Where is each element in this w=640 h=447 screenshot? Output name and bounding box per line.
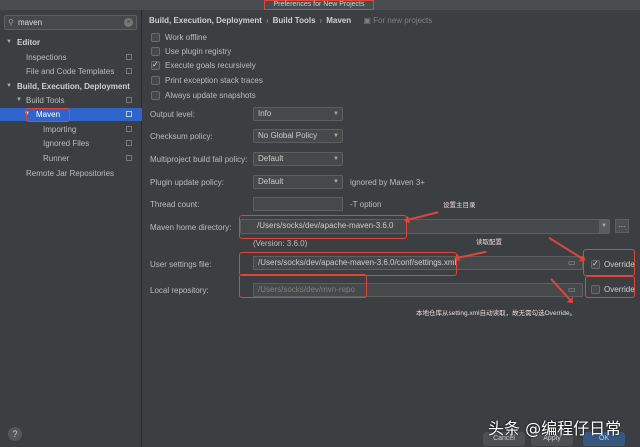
sidebar-item-ignored-files[interactable]: Ignored Files [43, 137, 138, 150]
multiproject-policy-select[interactable]: Default ▼ [253, 152, 343, 166]
expand-triangle-icon[interactable]: ▼ [16, 94, 22, 107]
plugin-update-hint: ignored by Maven 3+ [350, 178, 425, 187]
maven-version-text: (Version: 3.6.0) [253, 239, 308, 248]
project-scope-icon [126, 68, 132, 74]
sidebar-item-importing[interactable]: Importing [43, 123, 138, 136]
annotation-box-maven [26, 108, 70, 122]
annotation-home: 设置主目录 [443, 202, 476, 209]
plugin-update-policy-select[interactable]: Default ▼ [253, 175, 343, 189]
search-input[interactable]: ⚲ maven × [4, 15, 137, 30]
annotation-box-local-repo [239, 274, 367, 298]
thread-count-input[interactable] [253, 197, 343, 211]
browse-button[interactable]: ... [615, 219, 629, 233]
output-level-select[interactable]: Info ▼ [253, 107, 343, 121]
breadcrumb-item: Maven [326, 16, 352, 25]
plugin-registry-checkbox[interactable] [151, 47, 160, 56]
project-scope-icon [126, 140, 132, 146]
maven-home-label: Maven home directory: [150, 223, 232, 232]
expand-triangle-icon[interactable]: ▼ [6, 80, 12, 93]
clear-search-icon[interactable]: × [124, 18, 133, 27]
breadcrumb: Build, Execution, Deployment › Build Tools… [149, 16, 433, 25]
user-settings-label: User settings file: [150, 260, 212, 269]
folder-icon[interactable]: ▭ [568, 258, 576, 267]
breadcrumb-item: Build Tools [272, 16, 316, 25]
window-title: Preferences for New Projects [264, 0, 374, 10]
work-offline-checkbox[interactable] [151, 33, 160, 42]
thread-count-hint: -T option [350, 200, 382, 209]
settings-sidebar: ⚲ maven × ▼ Editor Inspections File and … [0, 10, 142, 447]
search-icon: ⚲ [8, 18, 14, 27]
maven-settings-panel: Build, Execution, Deployment › Build Tools… [143, 10, 640, 447]
sidebar-item-label: Runner [43, 154, 70, 163]
sidebar-item-label: Build Tools [26, 96, 65, 105]
project-scope-icon [126, 97, 132, 103]
window-titlebar: Preferences for New Projects [0, 0, 640, 10]
sidebar-item-file-templates[interactable]: File and Code Templates [26, 65, 138, 78]
dropdown-arrow-icon: ▼ [333, 133, 339, 139]
plugin-update-policy-label: Plugin update policy: [150, 178, 224, 187]
sidebar-item-label: Remote Jar Repositories [26, 169, 115, 178]
sidebar-item-label: Importing [43, 125, 77, 134]
print-stack-traces-checkbox[interactable] [151, 76, 160, 85]
sidebar-item-label: Editor [17, 38, 41, 47]
sidebar-item-label: File and Code Templates [26, 67, 115, 76]
update-snapshots-label: Always update snapshots [165, 91, 256, 100]
output-level-label: Output level: [150, 110, 195, 119]
watermark: 头条 @编程仔日常 [488, 419, 622, 438]
override-repo-label: Override [604, 285, 635, 294]
project-scope-icon [126, 111, 132, 117]
annotation-settings: 读取配置 [476, 239, 502, 246]
sidebar-item-label: Inspections [26, 53, 67, 62]
scope-note: ▣ For new projects [363, 16, 433, 25]
work-offline-label: Work offline [165, 33, 207, 42]
execute-recursively-checkbox[interactable] [151, 60, 160, 70]
checksum-policy-label: Checksum policy: [150, 132, 213, 141]
execute-recursively-label: Execute goals recursively [165, 61, 256, 70]
sidebar-item-inspections[interactable]: Inspections [26, 51, 138, 64]
annotation-repo: 本地仓库从setting.xml自动读取，故无需勾选Override。 [416, 310, 576, 317]
print-stack-traces-label: Print exception stack traces [165, 76, 263, 85]
dropdown-arrow-icon: ▼ [333, 179, 339, 185]
sidebar-item-remote-jar[interactable]: Remote Jar Repositories [26, 167, 138, 180]
sidebar-item-label: Build, Execution, Deployment [17, 82, 130, 91]
override-settings-label: Override [604, 260, 635, 269]
dropdown-arrow-icon: ▼ [333, 156, 339, 162]
dropdown-arrow-icon: ▼ [333, 111, 339, 117]
breadcrumb-item: Build, Execution, Deployment [149, 16, 262, 25]
project-scope-icon [126, 155, 132, 161]
search-value: maven [18, 18, 43, 27]
override-settings-checkbox[interactable] [591, 259, 600, 269]
project-scope-icon: ▣ [363, 16, 374, 25]
expand-triangle-icon[interactable]: ▼ [6, 36, 12, 49]
local-repo-label: Local repository: [150, 286, 209, 295]
annotation-box-maven-home [239, 215, 407, 239]
project-scope-icon [126, 126, 132, 132]
help-button[interactable]: ? [8, 427, 22, 441]
annotation-box-user-settings [239, 252, 457, 276]
sidebar-item-build-tools[interactable]: ▼ Build Tools [16, 94, 138, 107]
project-scope-icon [126, 54, 132, 60]
sidebar-item-label: Ignored Files [43, 139, 90, 148]
sidebar-item-runner[interactable]: Runner [43, 152, 138, 165]
update-snapshots-checkbox[interactable] [151, 91, 160, 100]
multiproject-policy-label: Multiproject build fail policy: [150, 155, 248, 164]
folder-icon[interactable]: ▭ [568, 285, 576, 294]
checksum-policy-select[interactable]: No Global Policy ▼ [253, 129, 343, 143]
plugin-registry-label: Use plugin registry [165, 47, 232, 56]
dropdown-arrow-icon: ▼ [599, 220, 609, 233]
thread-count-label: Thread count: [150, 200, 200, 209]
override-repo-checkbox[interactable] [591, 285, 600, 294]
